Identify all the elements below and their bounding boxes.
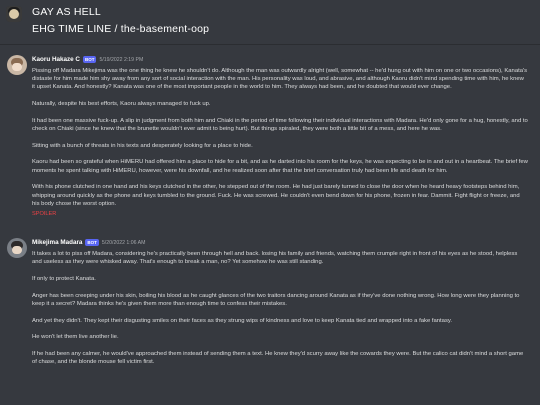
header-divider xyxy=(0,44,540,45)
author-name[interactable]: Mikejima Madara xyxy=(32,239,82,246)
message-paragraph: Anger has been creeping under his skin, … xyxy=(32,292,520,307)
server-name: GAY AS HELL xyxy=(32,6,101,18)
avatar[interactable] xyxy=(7,238,27,258)
message-paragraph: If he had been any calmer, he would've a… xyxy=(32,350,524,366)
timestamp: 5/20/2022 1:06 AM xyxy=(101,239,146,246)
message-content: It takes a lot to piss off Madara, consi… xyxy=(32,250,528,375)
author-name[interactable]: Kaoru Hakaze C xyxy=(32,56,80,63)
avatar[interactable] xyxy=(7,55,27,75)
message-paragraph: It takes a lot to piss off Madara, consi… xyxy=(32,251,518,266)
channel-name: EHG TIME LINE / the-basement-oop xyxy=(32,23,210,35)
bot-badge: BOT xyxy=(82,56,97,63)
channel-header: GAY AS HELL EHG TIME LINE / the-basement… xyxy=(0,0,540,40)
message-paragraph: He won't let them live another lie. xyxy=(32,334,119,341)
message-paragraph: Kaoru had been so grateful when HiMERU h… xyxy=(32,159,528,174)
message-paragraph: Pissing off Madara Mikejima was the one … xyxy=(32,68,528,91)
timestamp: 5/19/2022 2:19 PM xyxy=(99,56,144,63)
message-paragraph: And yet they didn't. They kept their dis… xyxy=(32,317,453,324)
server-icon[interactable] xyxy=(6,6,22,22)
message-content: Pissing off Madara Mikejima was the one … xyxy=(32,67,528,218)
message-paragraph: If only to protect Kanata. xyxy=(32,275,96,282)
message-paragraph: Naturally, despite his best efforts, Kao… xyxy=(32,101,211,108)
bot-badge: BOT xyxy=(85,239,99,246)
message-paragraph: With his phone clutched in one hand and … xyxy=(32,184,520,207)
message-header: Kaoru Hakaze C BOT 5/19/2022 2:19 PM xyxy=(32,55,143,64)
message-paragraph: It had been one massive fuck-up. A slip … xyxy=(32,117,528,133)
message-header: Mikejima Madara BOT 5/20/2022 1:06 AM xyxy=(32,238,145,247)
spoiler-tag[interactable]: SPOILER xyxy=(32,211,56,217)
message-paragraph: Sitting with a bunch of threats in his t… xyxy=(32,142,253,149)
